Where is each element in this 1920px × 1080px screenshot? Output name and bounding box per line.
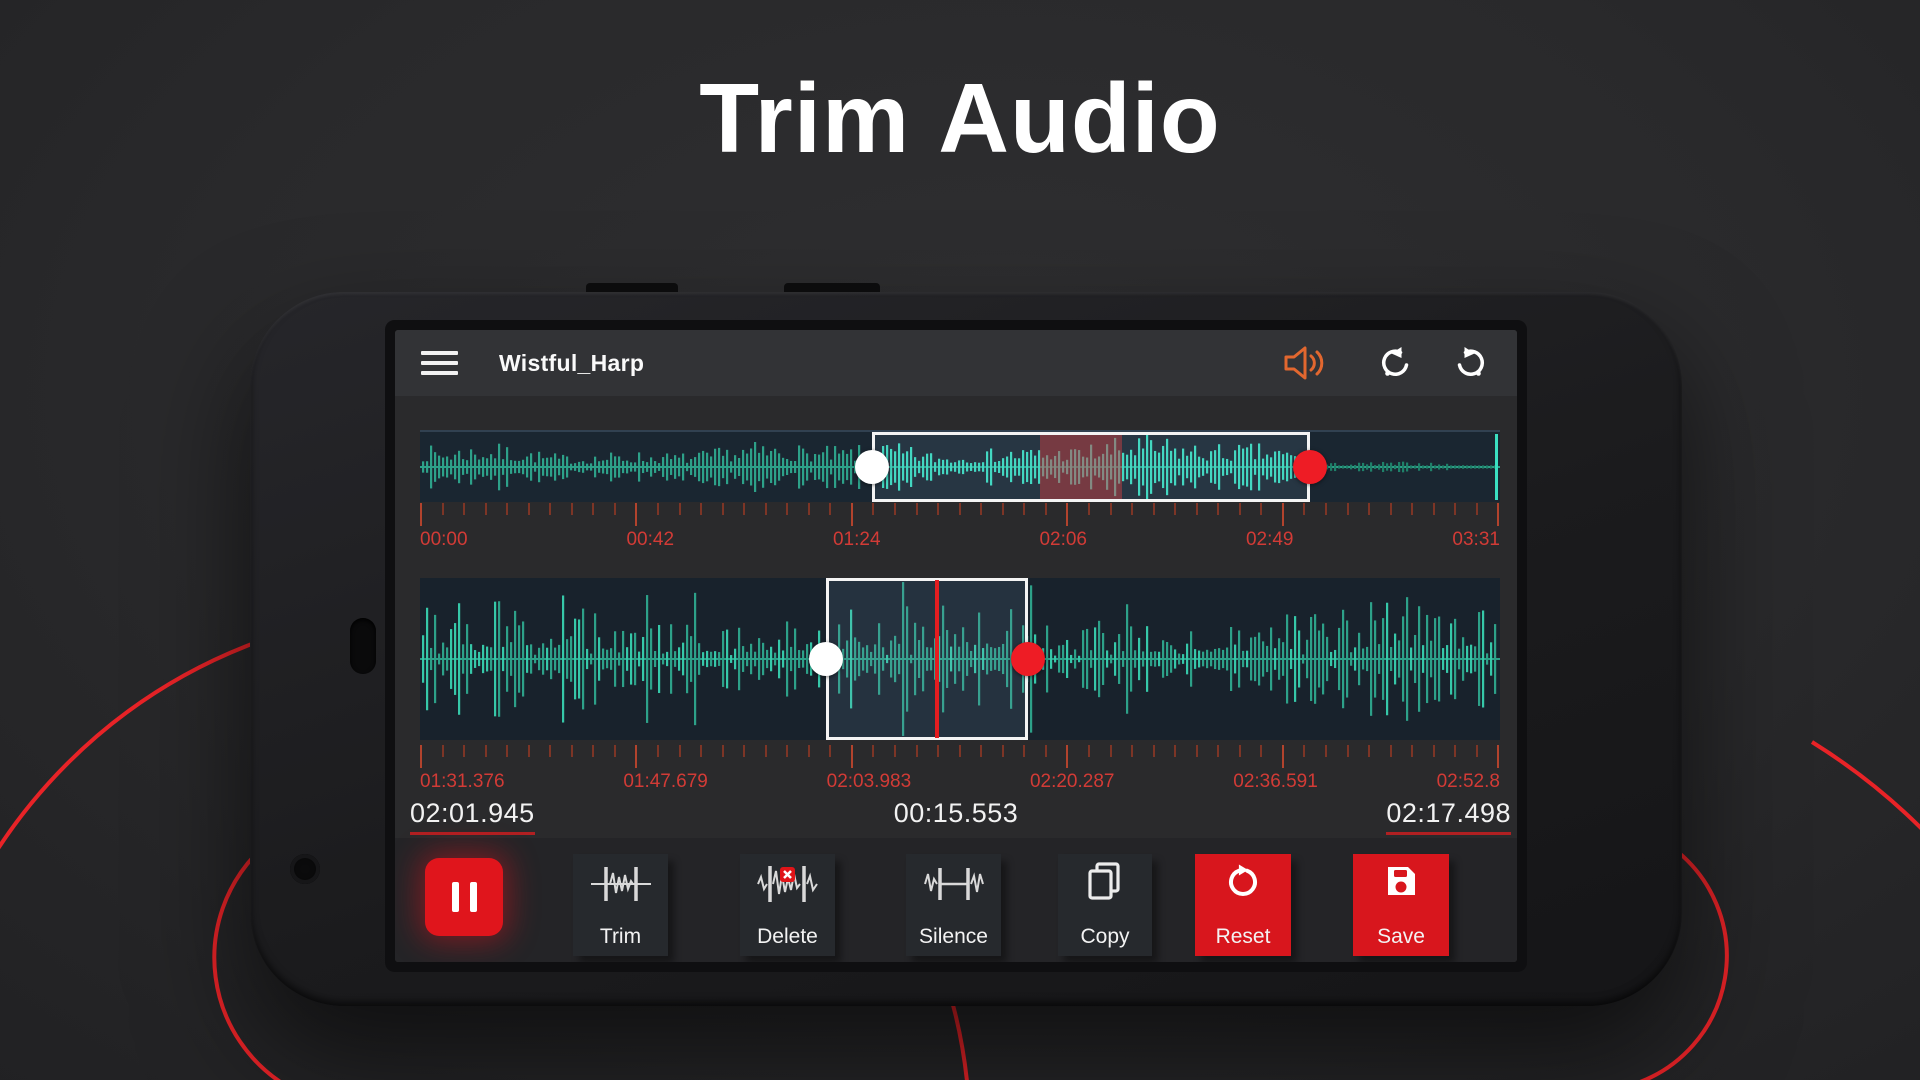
page-title-white: Trim [699,63,910,173]
ruler-label: 02:06 [1039,529,1087,551]
overview-waveform-panel[interactable] [420,430,1500,502]
hamburger-bar [421,351,458,355]
ruler-label: 01:31.376 [420,771,505,793]
hamburger-menu-button[interactable] [421,351,458,375]
delete-label: Delete [757,925,818,949]
page-title: Trim Audio [0,62,1920,175]
waveform-end-marker [1495,434,1498,500]
overview-ruler-labels: 00:00 00:42 01:24 02:06 02:49 03:31 [420,529,1500,551]
reset-button[interactable]: Reset [1195,854,1291,956]
zoom-waveform-panel[interactable] [420,578,1500,740]
promo-background: Trim Audio Wistful_Harp [0,0,1920,1080]
ruler-label: 02:49 [1246,529,1294,551]
selection-end-time[interactable]: 02:17.498 [1386,798,1511,835]
silence-icon [922,861,986,907]
save-icon [1381,861,1421,903]
pause-icon [452,882,459,912]
delete-icon [756,861,820,907]
pause-icon [470,882,477,912]
selection-end-handle[interactable] [1011,642,1045,676]
volume-icon[interactable] [1281,343,1327,383]
ruler-label: 00:42 [626,529,674,551]
trim-icon [589,861,653,907]
silence-label: Silence [919,925,988,949]
reset-label: Reset [1216,925,1271,949]
selection-window[interactable] [826,578,1028,740]
zoom-ruler [420,745,1500,769]
hamburger-bar [421,361,458,365]
app-screen: Wistful_Harp [395,330,1517,962]
ruler-label: 02:20.287 [1030,771,1115,793]
selection-start-time[interactable]: 02:01.945 [410,798,535,835]
silence-button[interactable]: Silence [906,854,1001,956]
headphone-jack [290,854,320,884]
ruler-label: 02:36.591 [1233,771,1318,793]
selection-duration: 00:15.553 [894,798,1019,829]
trim-button[interactable]: Trim [573,854,668,956]
pause-button[interactable] [425,858,503,936]
delete-button[interactable]: Delete [740,854,835,956]
ruler-label: 02:03.983 [827,771,912,793]
ruler-label: 01:24 [833,529,881,551]
zoom-window[interactable] [872,432,1310,502]
playhead[interactable] [935,580,939,738]
copy-button[interactable]: Copy [1058,854,1152,956]
copy-label: Copy [1080,925,1129,949]
undo-button[interactable] [1375,346,1409,380]
copy-icon [1085,861,1125,903]
ruler-label: 02:52.8 [1437,771,1500,793]
zoom-ruler-labels: 01:31.376 01:47.679 02:03.983 02:20.287 … [420,771,1500,793]
trim-label: Trim [600,925,641,949]
earpiece-speaker [350,618,376,674]
ruler-label: 00:00 [420,529,468,551]
page-title-red: Audio [938,63,1221,173]
selection-start-handle[interactable] [809,642,843,676]
ruler-label: 01:47.679 [623,771,708,793]
overview-ruler [420,503,1500,527]
zoom-window-end-handle[interactable] [1293,450,1327,484]
app-bar: Wistful_Harp [395,330,1517,396]
audio-file-title: Wistful_Harp [499,330,644,396]
save-label: Save [1377,925,1425,949]
hamburger-bar [421,371,458,375]
zoom-window-start-handle[interactable] [855,450,889,484]
phone-mockup: Wistful_Harp [250,292,1682,1006]
redo-button[interactable] [1457,346,1491,380]
reset-icon [1223,861,1263,903]
save-button[interactable]: Save [1353,854,1449,956]
ruler-label: 03:31 [1452,529,1500,551]
